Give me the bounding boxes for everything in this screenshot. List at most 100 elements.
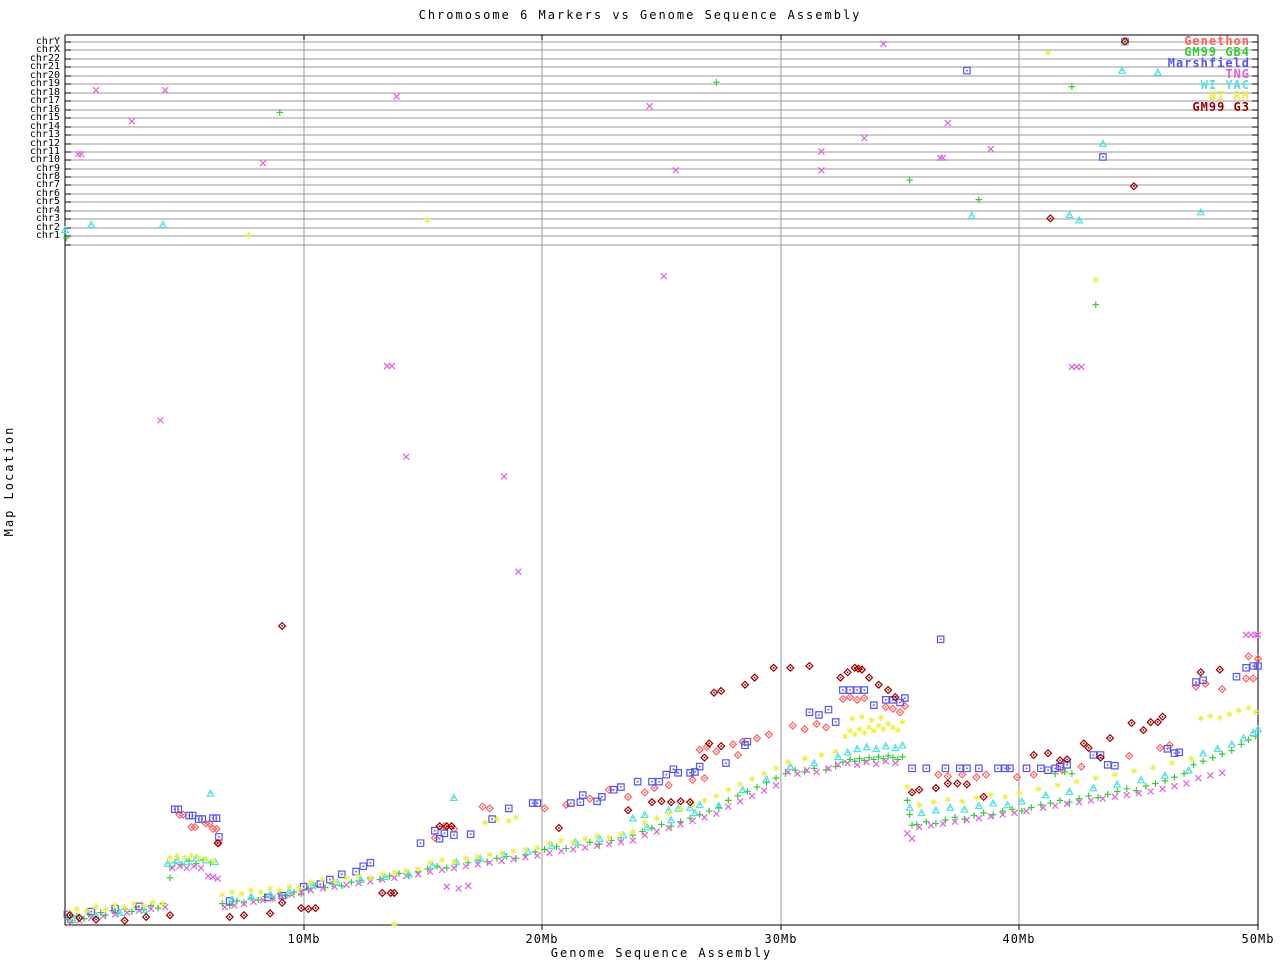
data-point-marker (906, 811, 913, 818)
data-point-marker (1250, 675, 1257, 682)
data-point-marker (1019, 798, 1025, 804)
data-point-marker (1195, 775, 1201, 781)
data-point-marker (1207, 713, 1213, 719)
data-point-marker (222, 904, 228, 910)
data-point-marker (279, 623, 286, 630)
data-point-marker (1030, 771, 1037, 778)
data-point-marker (389, 363, 395, 369)
data-point-marker (439, 857, 445, 863)
data-point-marker (873, 746, 879, 752)
data-point-marker (634, 779, 640, 785)
data-point-marker (1197, 669, 1204, 676)
data-point-marker (909, 789, 916, 796)
data-point-marker (1126, 753, 1133, 760)
x-tick-label: 40Mb (984, 932, 1054, 946)
data-point-marker (1076, 217, 1082, 223)
data-point-marker (1100, 154, 1106, 160)
data-point-marker (976, 803, 982, 809)
data-point-marker (931, 799, 937, 805)
data-point-marker (854, 746, 860, 752)
data-point-marker (983, 771, 990, 778)
data-point-marker (1171, 783, 1177, 789)
data-point-marker (155, 905, 162, 912)
data-point-marker (1078, 763, 1085, 770)
data-point-marker (625, 793, 632, 800)
diamond-dot-legend-icon (1105, 36, 1139, 47)
data-point-marker (761, 788, 767, 794)
data-point-marker (580, 792, 586, 798)
data-point-marker (1076, 795, 1083, 802)
data-point-marker (909, 765, 915, 771)
data-point-marker (124, 910, 130, 916)
data-point-marker (883, 743, 889, 749)
data-point-marker (902, 695, 908, 701)
data-point-marker (501, 473, 507, 479)
data-point-marker (463, 863, 469, 869)
data-point-marker (1092, 301, 1099, 308)
data-point-marker (479, 803, 486, 810)
data-point-marker (754, 784, 761, 791)
data-point-marker (129, 118, 135, 124)
legend-label: GM99 G3 (1192, 102, 1250, 113)
data-point-marker (630, 815, 636, 821)
data-point-marker (1229, 741, 1235, 747)
data-point-marker (618, 784, 624, 790)
data-point-marker (651, 785, 658, 792)
data-point-marker (713, 811, 719, 817)
data-point-marker (832, 719, 838, 725)
data-point-marker (229, 889, 235, 895)
data-point-marker (1193, 679, 1199, 685)
data-point-marker (869, 717, 875, 723)
data-point-marker (344, 882, 350, 888)
data-point-marker (968, 212, 974, 218)
data-point-marker (945, 120, 951, 126)
data-point-marker (665, 782, 672, 789)
data-point-marker (1193, 683, 1200, 690)
data-point-marker (1112, 762, 1118, 768)
data-point-marker (883, 697, 889, 703)
data-point-marker (711, 689, 718, 696)
data-point-marker (723, 760, 729, 766)
data-point-marker (320, 876, 326, 882)
data-point-marker (973, 774, 980, 781)
data-point-marker (1030, 752, 1037, 759)
data-point-marker (1093, 775, 1099, 781)
data-point-marker (1002, 794, 1008, 800)
data-point-marker (436, 823, 443, 830)
data-point-marker (689, 777, 696, 784)
data-point-marker (1140, 727, 1147, 734)
data-point-marker (1238, 741, 1245, 748)
data-point-marker (248, 887, 254, 893)
data-point-marker (279, 899, 286, 906)
data-point-marker (1138, 777, 1144, 783)
data-point-marker (714, 793, 720, 799)
data-point-marker (713, 748, 720, 755)
data-point-marker (844, 669, 851, 676)
data-point-marker (1217, 714, 1223, 720)
data-point-marker (1157, 744, 1164, 751)
data-point-marker (656, 779, 662, 785)
data-point-marker (515, 569, 521, 575)
data-point-marker (861, 135, 867, 141)
data-point-marker (795, 771, 801, 777)
data-point-marker (990, 800, 996, 806)
data-point-marker (825, 706, 831, 712)
data-point-marker (1128, 720, 1135, 727)
data-point-marker (942, 817, 949, 824)
data-point-marker (964, 781, 971, 788)
chromosome-label-chr1: chr1 (2, 231, 60, 240)
data-point-marker (451, 865, 457, 871)
data-point-marker (847, 687, 853, 693)
data-point-marker (1002, 765, 1008, 771)
data-point-marker (816, 712, 822, 718)
data-point-marker (1169, 760, 1175, 766)
data-point-marker (813, 720, 820, 727)
data-point-marker (885, 687, 892, 694)
data-point-marker (379, 890, 386, 897)
data-point-marker (241, 899, 248, 906)
data-point-marker (663, 771, 669, 777)
data-point-marker (899, 742, 905, 748)
data-point-marker (513, 814, 519, 820)
data-point-marker (1214, 746, 1220, 752)
data-point-marker (529, 800, 535, 806)
